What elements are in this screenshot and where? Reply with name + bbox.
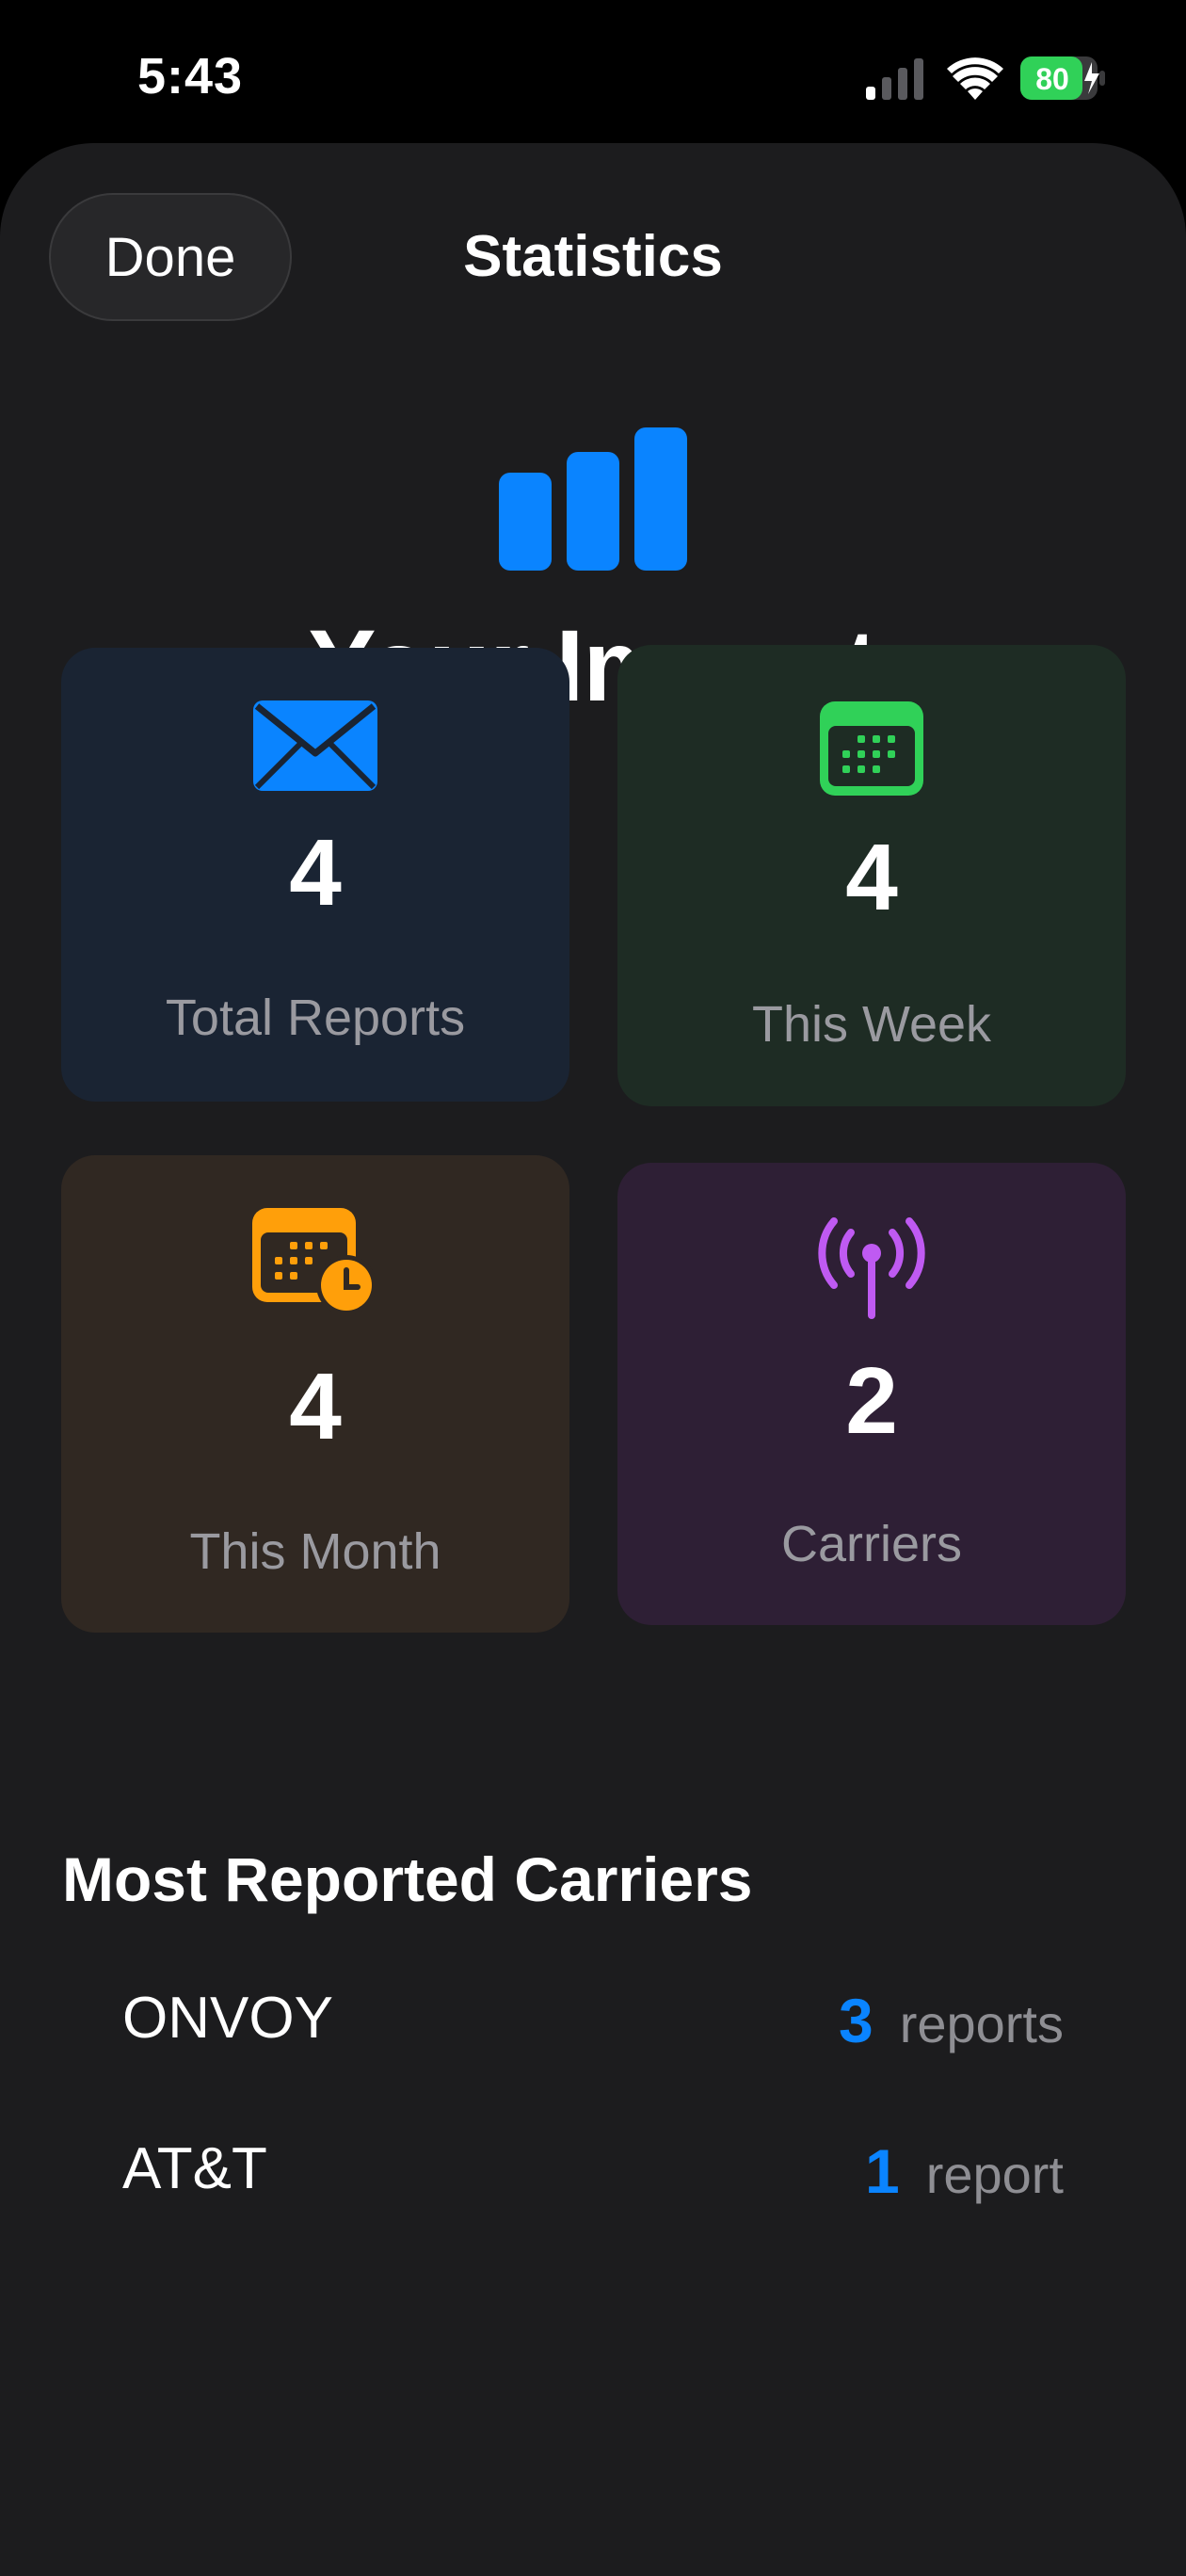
stat-card-this-week: 4 This Week — [617, 645, 1126, 1106]
calendar-icon — [820, 701, 923, 796]
envelope-icon — [253, 700, 377, 791]
carrier-name: ONVOY — [122, 1986, 333, 2051]
cellular-signal-icon — [866, 58, 923, 100]
antenna-radiowaves-icon — [818, 1217, 925, 1319]
stat-value: 4 — [845, 825, 898, 930]
stat-value: 4 — [289, 820, 342, 926]
done-button[interactable]: Done — [49, 193, 292, 321]
stat-card-carriers: 2 Carriers — [617, 1163, 1126, 1625]
battery-charging-icon: 80 — [1020, 56, 1105, 100]
carrier-row: AT&T 1 report — [122, 2135, 1064, 2220]
carrier-report-count: 1 — [864, 2136, 900, 2206]
section-title: Most Reported Carriers — [62, 1844, 753, 1914]
calendar-clock-icon — [252, 1208, 377, 1315]
carrier-report-unit: reports — [899, 1994, 1064, 2053]
nav-title: Statistics — [463, 224, 723, 289]
stat-label: Carriers — [780, 1516, 962, 1572]
wifi-icon — [947, 57, 1003, 100]
status-time: 5:43 — [137, 48, 244, 105]
stat-card-this-month: 4 This Month — [61, 1155, 569, 1633]
stat-value: 2 — [845, 1348, 898, 1454]
carrier-row: ONVOY 3 reports — [122, 1985, 1064, 2069]
screen: 5:43 80 Done Statistics Your Impact 4 To… — [0, 0, 1186, 2576]
statistics-sheet: Done Statistics Your Impact 4 Total Repo… — [0, 143, 1186, 2576]
battery-level: 80 — [1035, 62, 1069, 96]
carrier-report-count: 3 — [838, 1986, 873, 2055]
carrier-name: AT&T — [122, 2136, 267, 2201]
stat-label: This Week — [751, 996, 992, 1053]
carrier-report-unit: report — [925, 2145, 1064, 2204]
status-bar: 5:43 80 — [0, 0, 1186, 141]
stat-label: Total Reports — [165, 990, 466, 1046]
chart-bar-icon — [499, 427, 687, 571]
stat-card-total-reports: 4 Total Reports — [61, 648, 569, 1102]
stat-value: 4 — [289, 1354, 342, 1459]
stat-label: This Month — [189, 1523, 441, 1580]
